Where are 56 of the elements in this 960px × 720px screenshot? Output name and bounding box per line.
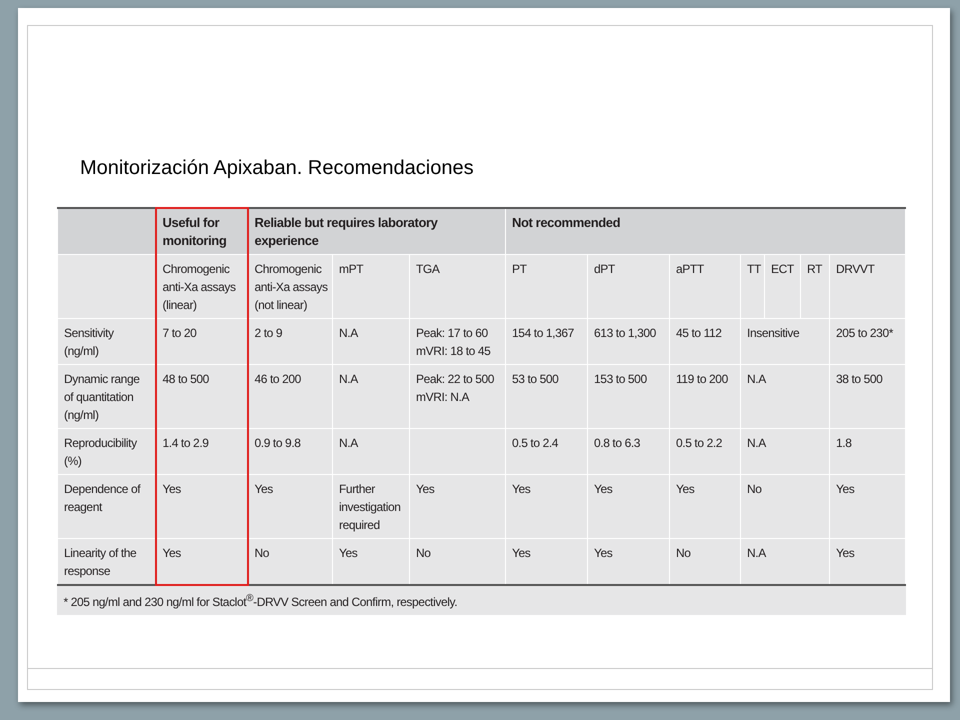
table-cell: 0.5 to 2.2 [670, 428, 741, 474]
table-cell: N.A [740, 428, 830, 474]
table-cell: Yes [248, 474, 332, 538]
table-cell: Peak: 22 to 500 mVRI: N.A [410, 364, 506, 428]
row-label-cell: Sensitivity (ng/ml) [58, 318, 156, 364]
table-cell: N.A [332, 318, 410, 364]
table-cell: 45 to 112 [670, 318, 741, 364]
table-cell: 119 to 200 [670, 364, 741, 428]
table-header-cell: Useful for monitoring [156, 208, 248, 254]
table-cell: 0.5 to 2.4 [506, 428, 588, 474]
column-header-cell: ECT [764, 254, 801, 318]
table-cell: 1.8 [830, 428, 906, 474]
table-header-cell: Reliable but requires laboratory experience [248, 208, 506, 254]
column-header-cell: DRVVT [830, 254, 906, 318]
table-cell: 7 to 20 [156, 318, 248, 364]
table-cell: 0.9 to 9.8 [248, 428, 332, 474]
row-label-cell: Reproducibility (%) [58, 428, 156, 474]
table-cell: Yes [506, 474, 588, 538]
column-header-cell: RT [800, 254, 830, 318]
table-cell: Yes [156, 474, 248, 538]
table-cell: No [740, 474, 830, 538]
table-cell: 613 to 1,300 [588, 318, 670, 364]
column-header-cell: TT [740, 254, 765, 318]
table-cell: N.A [332, 364, 410, 428]
table-cell: 154 to 1,367 [506, 318, 588, 364]
table-cell: N.A [332, 428, 410, 474]
table-cell: Yes [588, 474, 670, 538]
column-header-cell: Chromogenic anti-Xa assays (linear) [156, 254, 248, 318]
column-header-cell: TGA [410, 254, 506, 318]
table-cell: 48 to 500 [156, 364, 248, 428]
table-cell: Yes [410, 474, 506, 538]
table-cell: 1.4 to 2.9 [156, 428, 248, 474]
table-cell: Yes [830, 474, 906, 538]
table-cell: Peak: 17 to 60 mVRI: 18 to 45 [410, 318, 506, 364]
table-cell: Yes [670, 474, 741, 538]
column-header-cell: PT [506, 254, 588, 318]
table-cell: 46 to 200 [248, 364, 332, 428]
table-cell: 53 to 500 [506, 364, 588, 428]
slide-title: Monitorización Apixaban. Recomendaciones [80, 157, 475, 180]
table-cell: 205 to 230* [830, 318, 906, 364]
table-cell: 153 to 500 [588, 364, 670, 428]
table-cell: Yes [156, 538, 248, 585]
table-cell: 38 to 500 [830, 364, 906, 428]
column-header-cell: aPTT [670, 254, 741, 318]
row-label-cell: Dependence of reagent [58, 474, 156, 538]
table-cell: Further investigation required [332, 474, 410, 538]
table-cell: N.A [740, 364, 830, 428]
table-header-cell: Not recommended [506, 208, 906, 254]
row-label-cell: Dynamic range of quantitation (ng/ml) [58, 364, 156, 428]
table-cell: 2 to 9 [248, 318, 332, 364]
column-header-cell: mPT [332, 254, 410, 318]
table-cell: 0.8 to 6.3 [588, 428, 670, 474]
table-cell: Insensitive [740, 318, 830, 364]
column-header-cell: Chromogenic anti-Xa assays (not linear) [248, 254, 332, 318]
table-footnote: * 205 ng/ml and 230 ng/ml for Staclot$^{®}$-DRVV Screen and Confirm, respectively. [58, 585, 906, 615]
column-header-cell: dPT [588, 254, 670, 318]
